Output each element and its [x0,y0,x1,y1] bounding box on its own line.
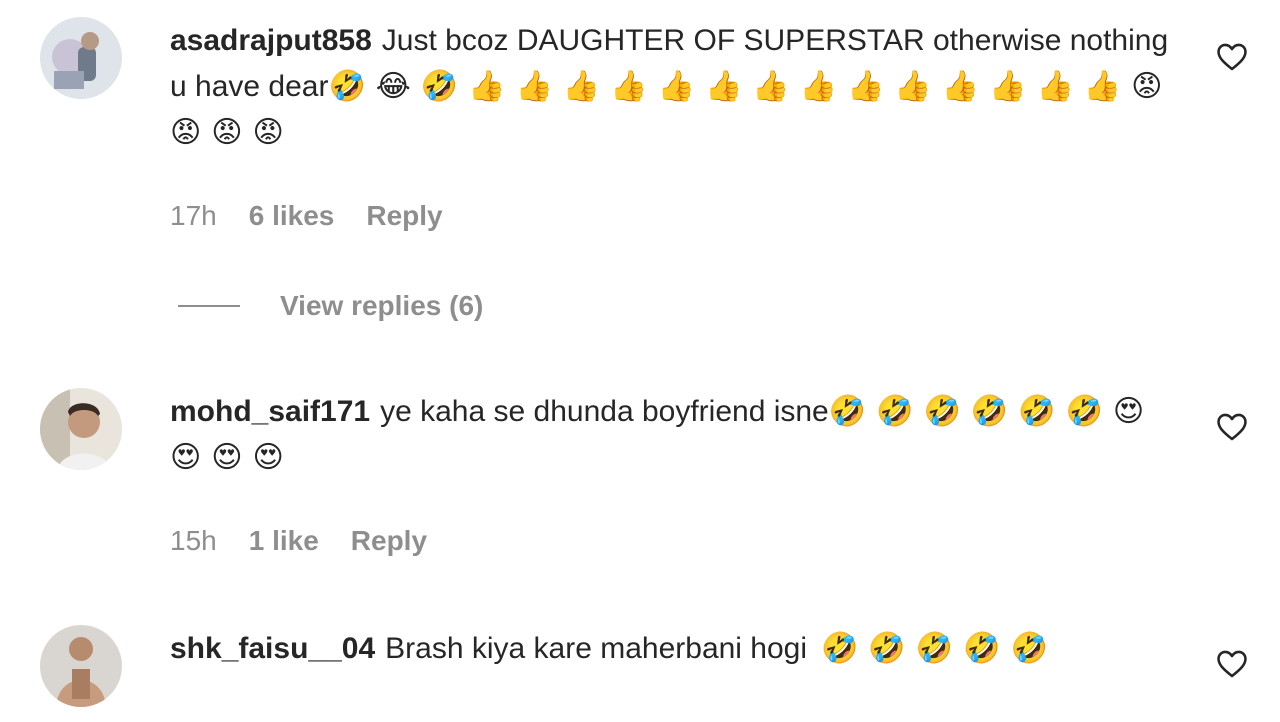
like-heart-icon[interactable] [1215,40,1249,74]
comment-body: mohd_saif171 ye kaha se dhunda boyfriend … [170,389,1180,481]
comment-time[interactable]: 15h [170,525,217,557]
avatar-image [40,17,122,99]
view-replies-button[interactable]: View replies (6) [178,290,483,322]
avatar[interactable] [40,625,122,707]
comment-likes[interactable]: 1 like [249,525,319,557]
comment-username[interactable]: mohd_saif171 [170,395,370,428]
comment-meta: 15h 1 like Reply [170,525,427,557]
divider-line [178,305,240,307]
comment-text: ye kaha se dhunda boyfriend isne [380,395,829,428]
avatar-image [40,625,122,707]
like-heart-icon[interactable] [1215,647,1249,681]
like-heart-icon[interactable] [1215,410,1249,444]
avatar[interactable] [40,17,122,99]
comment-likes[interactable]: 6 likes [249,200,335,232]
avatar[interactable] [40,388,122,470]
avatar-image [40,388,122,470]
comment-body: shk_faisu__04 Brash kiya kare maherbani h… [170,626,1180,672]
comment-username[interactable]: asadrajput858 [170,24,372,57]
comment-meta: 17h 6 likes Reply [170,200,443,232]
reply-button[interactable]: Reply [366,200,442,232]
comment-text: Brash kiya kare maherbani hogi [385,632,808,665]
comment-username[interactable]: shk_faisu__04 [170,632,375,665]
comment-emojis: 🤣🤣🤣🤣🤣 [821,632,1058,665]
comment-body: asadrajput858 Just bcoz DAUGHTER OF SUPER… [170,18,1180,156]
comment-time[interactable]: 17h [170,200,217,232]
reply-button[interactable]: Reply [351,525,427,557]
view-replies-label: View replies (6) [280,290,484,321]
